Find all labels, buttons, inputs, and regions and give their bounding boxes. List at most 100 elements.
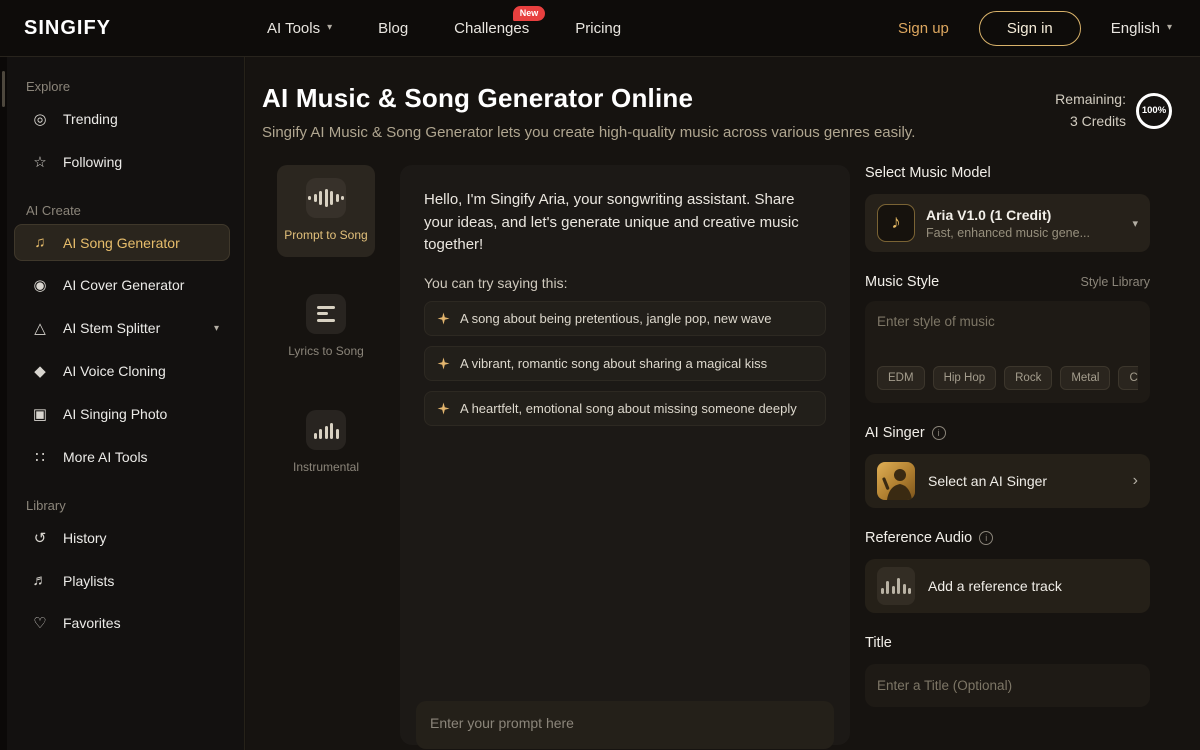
sidebar-item-label: Playlists: [63, 573, 114, 589]
nav-challenges-label: Challenges: [454, 20, 529, 37]
sidebar-item-label: AI Stem Splitter: [63, 320, 160, 336]
style-tags: EDM Hip Hop Rock Metal Country: [877, 366, 1138, 390]
equalizer-icon: [306, 410, 346, 450]
nav-challenges[interactable]: Challenges New: [454, 20, 529, 37]
info-icon[interactable]: i: [932, 426, 946, 440]
signup-link[interactable]: Sign up: [898, 20, 949, 37]
suggestion-item[interactable]: A vibrant, romantic song about sharing a…: [424, 346, 826, 381]
suggestion-text: A heartfelt, emotional song about missin…: [460, 401, 797, 416]
sidebar-item-ai-cover-generator[interactable]: ◉ AI Cover Generator: [14, 266, 230, 304]
sidebar-scrollbar-thumb[interactable]: [2, 71, 5, 107]
sparkle-icon: [437, 402, 450, 415]
music-style-row: Music Style Style Library: [865, 274, 1150, 290]
stem-splitter-icon: △: [31, 319, 49, 337]
sidebar-item-ai-singing-photo[interactable]: ▣ AI Singing Photo: [14, 395, 230, 433]
new-badge: New: [513, 6, 546, 21]
style-tag[interactable]: Hip Hop: [933, 366, 997, 390]
nav-ai-tools[interactable]: AI Tools ▾: [267, 20, 332, 37]
sidebar-item-ai-song-generator[interactable]: ♫ AI Song Generator: [14, 224, 230, 261]
section-label-explore: Explore: [26, 79, 230, 94]
chevron-down-icon: ▾: [1167, 23, 1172, 33]
prompt-input[interactable]: [416, 701, 834, 749]
ai-singer-section: AI Singer i Select an AI Singer ›: [865, 425, 1150, 508]
remaining-label: Remaining:: [1055, 89, 1126, 111]
add-reference-text: Add a reference track: [928, 578, 1062, 594]
content-row: Prompt to Song Lyrics to Song Instrum: [262, 165, 1172, 745]
mode-lyrics-to-song[interactable]: Lyrics to Song: [277, 281, 375, 373]
waveform-icon: [877, 567, 915, 605]
reference-audio-label: Reference Audio i: [865, 530, 1150, 546]
style-library-link[interactable]: Style Library: [1081, 275, 1150, 289]
mode-instrumental[interactable]: Instrumental: [277, 397, 375, 489]
select-singer-text: Select an AI Singer: [928, 473, 1047, 489]
nav-blog-label: Blog: [378, 20, 408, 37]
style-input[interactable]: [877, 314, 1138, 329]
sparkle-icon: [437, 357, 450, 370]
page-header-text: AI Music & Song Generator Online Singify…: [262, 83, 915, 141]
mode-label: Instrumental: [293, 460, 359, 474]
sidebar-item-label: Following: [63, 154, 122, 170]
style-tag[interactable]: Country: [1118, 366, 1138, 390]
sidebar-item-ai-voice-cloning[interactable]: ◆ AI Voice Cloning: [14, 352, 230, 390]
sidebar-item-label: Favorites: [63, 615, 121, 631]
grid-icon: ∷: [31, 448, 49, 466]
nav-blog[interactable]: Blog: [378, 20, 408, 37]
chevron-right-icon: ›: [1133, 472, 1138, 490]
photo-icon: ▣: [31, 405, 49, 423]
style-tag[interactable]: Metal: [1060, 366, 1110, 390]
voice-cloning-icon: ◆: [31, 362, 49, 380]
page-header: AI Music & Song Generator Online Singify…: [262, 83, 1172, 141]
model-name: Aria V1.0 (1 Credit): [926, 207, 1090, 223]
suggestion-item[interactable]: A heartfelt, emotional song about missin…: [424, 391, 826, 426]
style-tag[interactable]: Rock: [1004, 366, 1052, 390]
nav-ai-tools-label: AI Tools: [267, 20, 320, 37]
sidebar-scrollbar-track: [0, 57, 7, 750]
nav-pricing[interactable]: Pricing: [575, 20, 621, 37]
style-tag[interactable]: EDM: [877, 366, 925, 390]
music-note-icon: ♫: [31, 234, 49, 251]
reference-audio-section: Reference Audio i Add a reference track: [865, 530, 1150, 613]
signin-button[interactable]: Sign in: [979, 11, 1081, 46]
cover-icon: ◉: [31, 276, 49, 294]
page-subtitle: Singify AI Music & Song Generator lets y…: [262, 124, 915, 141]
sidebar-item-playlists[interactable]: ♬ Playlists: [14, 562, 230, 599]
suggestion-text: A song about being pretentious, jangle p…: [460, 311, 772, 326]
mode-prompt-to-song[interactable]: Prompt to Song: [277, 165, 375, 257]
singer-avatar: [877, 462, 915, 500]
waveform-icon: [306, 178, 346, 218]
mode-label: Prompt to Song: [284, 228, 367, 242]
music-style-card: EDM Hip Hop Rock Metal Country: [865, 301, 1150, 403]
nav-pricing-label: Pricing: [575, 20, 621, 37]
chevron-down-icon: ▾: [1132, 217, 1138, 230]
sidebar-item-label: AI Voice Cloning: [63, 363, 166, 379]
sidebar-item-trending[interactable]: ◎ Trending: [14, 100, 230, 138]
suggestion-text: A vibrant, romantic song about sharing a…: [460, 356, 767, 371]
sidebar-item-history[interactable]: ↺ History: [14, 519, 230, 557]
language-selector[interactable]: English ▾: [1111, 20, 1172, 37]
logo[interactable]: SINGIFY: [24, 17, 111, 40]
nav-right: Sign up Sign in English ▾: [898, 11, 1172, 46]
sidebar-item-label: Trending: [63, 111, 118, 127]
sidebar-item-following[interactable]: ☆ Following: [14, 143, 230, 181]
title-input[interactable]: [865, 664, 1150, 707]
sidebar-item-label: AI Song Generator: [63, 235, 180, 251]
sidebar-item-favorites[interactable]: ♡ Favorites: [14, 604, 230, 642]
sidebar-item-label: More AI Tools: [63, 449, 148, 465]
section-label-ai-create: AI Create: [26, 203, 230, 218]
section-label-library: Library: [26, 498, 230, 513]
try-saying-label: You can try saying this:: [424, 275, 826, 291]
chevron-down-icon: ▾: [327, 23, 332, 33]
model-select-card[interactable]: ♪ Aria V1.0 (1 Credit) Fast, enhanced mu…: [865, 194, 1150, 252]
assistant-greeting: Hello, I'm Singify Aria, your songwritin…: [424, 189, 826, 257]
sidebar-item-ai-stem-splitter[interactable]: △ AI Stem Splitter ▾: [14, 309, 230, 347]
sparkle-icon: [437, 312, 450, 325]
suggestion-item[interactable]: A song about being pretentious, jangle p…: [424, 301, 826, 336]
info-icon[interactable]: i: [979, 531, 993, 545]
model-info: Aria V1.0 (1 Credit) Fast, enhanced musi…: [926, 207, 1090, 240]
mode-selector: Prompt to Song Lyrics to Song Instrum: [277, 165, 375, 512]
sidebar-item-more-ai-tools[interactable]: ∷ More AI Tools: [14, 438, 230, 476]
title-label: Title: [865, 635, 1150, 651]
add-reference-card[interactable]: Add a reference track: [865, 559, 1150, 613]
sidebar-item-label: AI Cover Generator: [63, 277, 184, 293]
select-singer-card[interactable]: Select an AI Singer ›: [865, 454, 1150, 508]
